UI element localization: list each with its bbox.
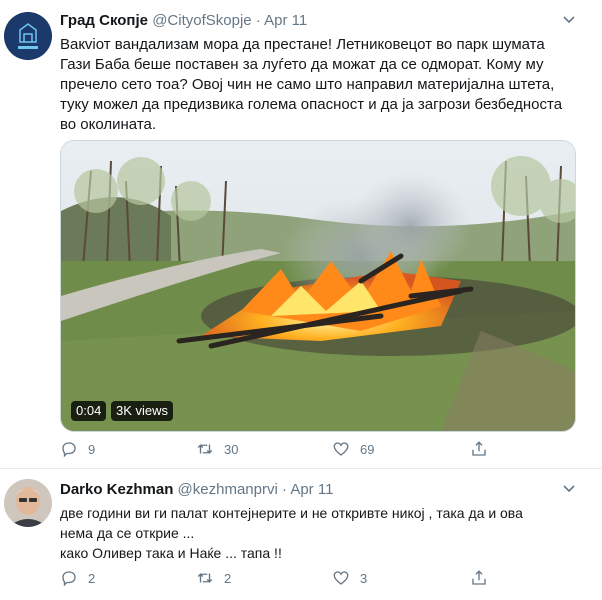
retweet-icon	[197, 573, 213, 583]
separator: ·	[281, 481, 287, 498]
share-icon	[472, 441, 486, 456]
author-handle[interactable]: @kezhmanprvi	[178, 481, 278, 498]
share-button[interactable]	[470, 569, 498, 587]
video-player[interactable]: 0:04 3K views	[60, 140, 576, 432]
tweet-text-line: Вакviот вандализам мора да престане! Лет…	[60, 36, 545, 53]
tweet-text-line: Гази Баба беше поставен за луѓето да мож…	[60, 56, 544, 73]
video-duration: 0:04	[76, 403, 102, 418]
like-button[interactable]: 3	[332, 569, 367, 587]
retweet-button[interactable]: 30	[196, 440, 238, 458]
tweet-text-line: во околината.	[60, 116, 157, 133]
tweet-header: Darko Kezhman @kezhmanprvi · Apr 11	[60, 481, 333, 498]
user-photo-icon	[4, 479, 52, 527]
tweet-text-line: туку можел да предизвика голема опасност…	[60, 96, 563, 113]
chevron-down-icon[interactable]	[562, 481, 576, 498]
tweet-cityofskopje[interactable]: Град Скопје @CityofSkopje · Apr 11 Вакvi…	[0, 0, 602, 462]
video-thumbnail	[61, 141, 575, 431]
tweet-date[interactable]: Apr 11	[290, 481, 333, 498]
like-button[interactable]: 69	[332, 440, 374, 458]
video-views: 3K views	[111, 401, 174, 421]
avatar[interactable]	[4, 479, 52, 527]
tweet-text-line: две години ви ги палат контејнерите и не…	[60, 505, 523, 521]
tweet-kezhmanprvi[interactable]: Darko Kezhman @kezhmanprvi · Apr 11 две …	[0, 469, 602, 600]
tweet-text: две години ви ги палат контејнерите и не…	[60, 503, 590, 563]
reply-button[interactable]: 9	[60, 440, 95, 458]
retweet-count: 30	[224, 441, 239, 457]
reply-count: 9	[88, 441, 96, 457]
reply-icon	[62, 442, 76, 458]
tweet-text: Вакviот вандализам мора да престане! Лет…	[60, 35, 590, 135]
city-logo-icon	[4, 12, 52, 60]
tweet-actions: 9 30 69	[60, 440, 560, 462]
avatar[interactable]	[4, 12, 52, 60]
tweet-actions: 2 2 3	[60, 569, 560, 591]
retweet-count: 2	[224, 570, 232, 586]
author-handle[interactable]: @CityofSkopje	[152, 12, 251, 29]
tweet-text-line: пречело сето тоа? Овој чин не само што н…	[60, 76, 555, 93]
author-name[interactable]: Darko Kezhman	[60, 481, 173, 498]
retweet-button[interactable]: 2	[196, 569, 231, 587]
video-badge: 0:04	[71, 401, 107, 421]
reply-icon	[62, 571, 76, 587]
share-icon	[472, 570, 486, 585]
tweet-text-line: како Оливер така и Наќе ... тапа !!	[60, 545, 282, 561]
share-button[interactable]	[470, 440, 498, 458]
reply-button[interactable]: 2	[60, 569, 95, 587]
reply-count: 2	[88, 570, 96, 586]
tweet-header: Град Скопје @CityofSkopje · Apr 11	[60, 12, 307, 29]
like-icon	[333, 571, 349, 585]
author-name[interactable]: Град Скопје	[60, 12, 148, 29]
tweet-text-line: нема да се открие ...	[60, 525, 195, 541]
like-icon	[333, 442, 349, 456]
like-count: 69	[360, 441, 375, 457]
tweet-date[interactable]: Apr 11	[264, 12, 307, 29]
like-count: 3	[360, 570, 368, 586]
chevron-down-icon[interactable]	[562, 12, 576, 29]
video-views-count: 3K views	[116, 403, 169, 418]
retweet-icon	[197, 444, 213, 454]
separator: ·	[255, 12, 261, 29]
